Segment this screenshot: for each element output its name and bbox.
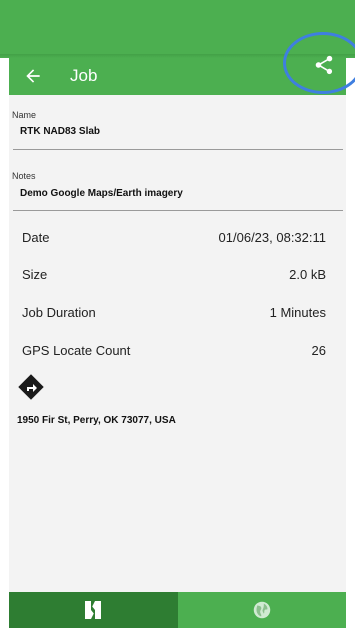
share-icon[interactable]	[313, 54, 335, 76]
size-row: Size 2.0 kB	[22, 267, 326, 282]
gps-locate-count-label: GPS Locate Count	[22, 343, 131, 358]
bottom-nav	[9, 592, 346, 628]
notes-label: Notes	[12, 171, 36, 181]
job-duration-label: Job Duration	[22, 305, 96, 320]
address-text: 1950 Fir St, Perry, OK 73077, USA	[17, 415, 176, 426]
size-label: Size	[22, 267, 48, 282]
job-details: Name RTK NAD83 Slab Notes Demo Google Ma…	[9, 95, 346, 592]
job-duration-value: 1 Minutes	[269, 305, 326, 320]
notes-value[interactable]: Demo Google Maps/Earth imagery	[20, 188, 183, 199]
date-value: 01/06/23, 08:32:11	[218, 230, 326, 245]
job-duration-row: Job Duration 1 Minutes	[22, 305, 326, 320]
page-title: Job	[70, 66, 98, 85]
tab-map[interactable]	[177, 592, 346, 628]
arrow-left-icon[interactable]	[23, 66, 43, 86]
divider	[13, 210, 343, 211]
name-label: Name	[12, 110, 37, 120]
divider	[13, 149, 343, 150]
tab-job[interactable]	[9, 592, 178, 628]
globe-icon	[253, 601, 270, 619]
gps-locate-count-row: GPS Locate Count 26	[22, 343, 326, 358]
app-bar: Job	[9, 55, 346, 95]
date-label: Date	[22, 230, 50, 245]
directions-icon[interactable]	[18, 374, 44, 400]
status-bar	[0, 0, 355, 58]
name-value[interactable]: RTK NAD83 Slab	[20, 126, 100, 137]
size-value: 2.0 kB	[289, 267, 326, 282]
date-row: Date 01/06/23, 08:32:11	[22, 230, 326, 245]
gps-locate-count-value: 26	[311, 343, 326, 358]
location-section	[9, 360, 346, 410]
job-icon	[85, 601, 102, 619]
